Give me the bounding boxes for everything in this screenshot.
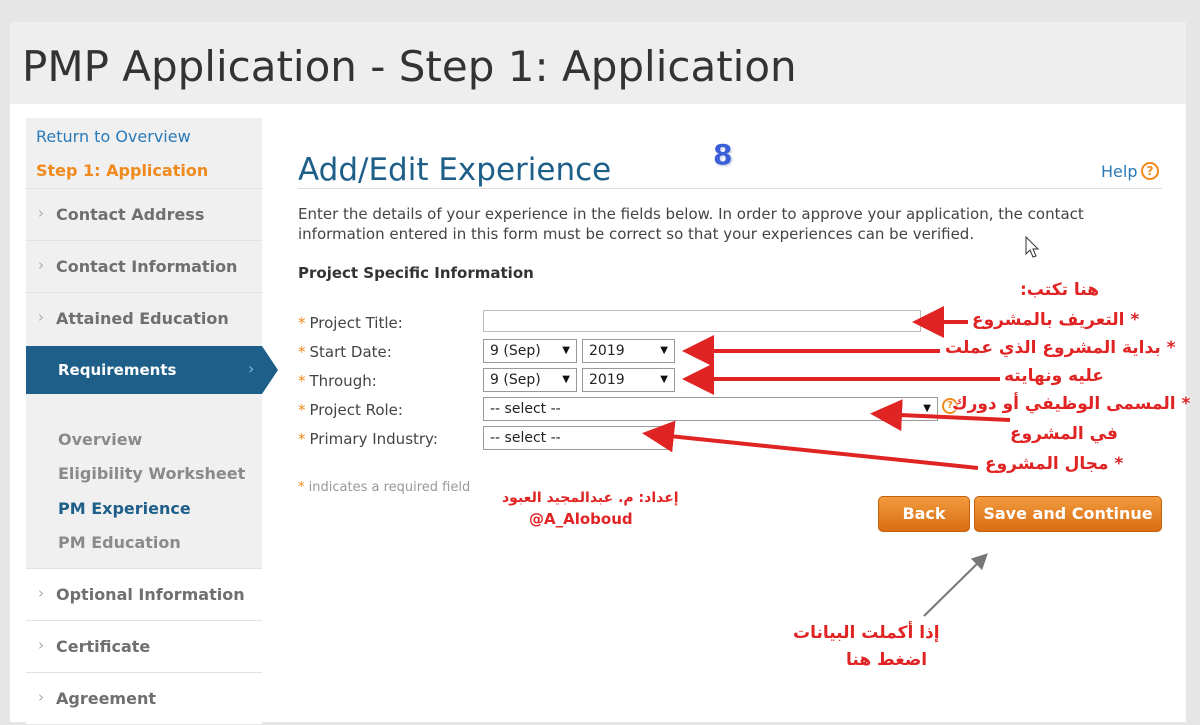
annotation-role-line2: في المشروع xyxy=(1010,424,1118,444)
annotation-done-line1: إذا أكملت البيانات xyxy=(793,623,940,643)
annotation-industry: * مجال المشروع xyxy=(985,454,1124,474)
app-window: PMP Application - Step 1: Application Re… xyxy=(10,22,1190,724)
annotation-project-end: عليه ونهايته xyxy=(1004,366,1104,386)
annotation-role-line1: * المسمى الوظيفي أو دورك xyxy=(952,394,1191,414)
author-handle: @A_Aloboud xyxy=(529,510,633,528)
author-credit: إعداد: م. عبدالمجيد العبود xyxy=(502,490,679,506)
annotation-project-start: * بداية المشروع الذي عملت xyxy=(945,338,1176,358)
annotation-done-line2: اضغط هنا xyxy=(846,650,928,670)
annotation-project-definition: * التعريف بالمشروع xyxy=(972,310,1140,330)
annotation-write-here: هنا تكتب: xyxy=(1020,280,1100,300)
